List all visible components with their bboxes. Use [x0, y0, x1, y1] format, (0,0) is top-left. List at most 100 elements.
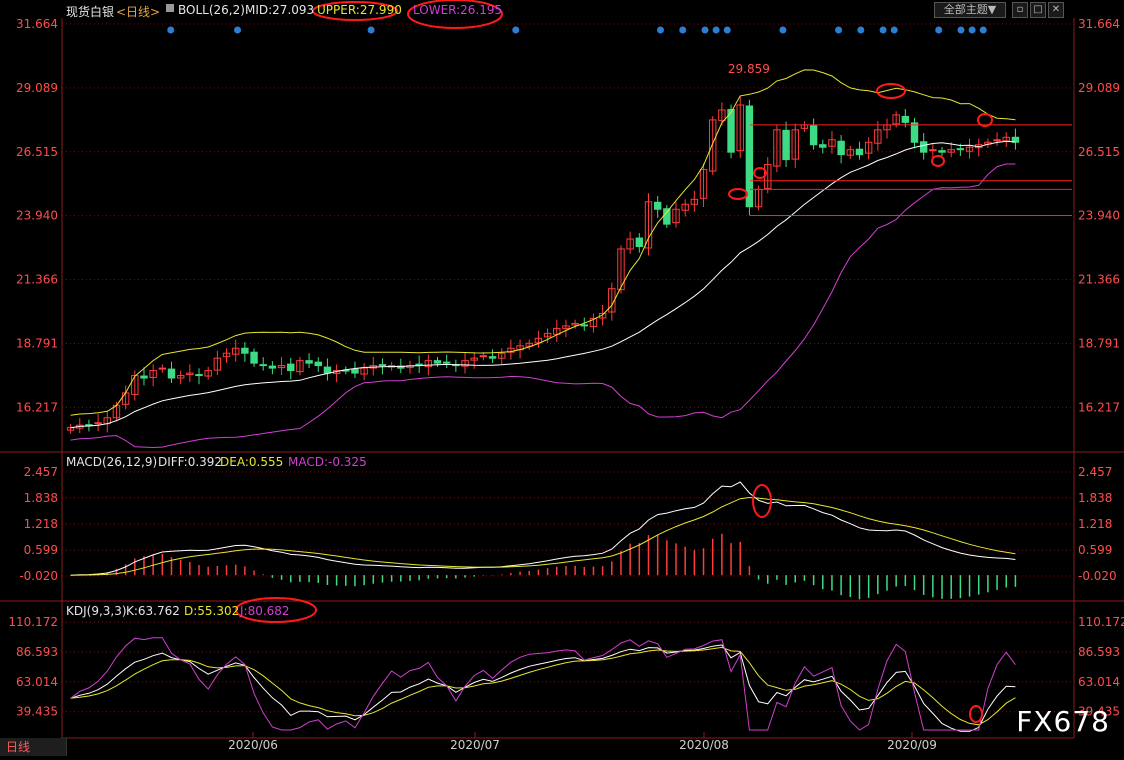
signal-dot: [879, 26, 887, 34]
candle-body: [809, 125, 818, 146]
candle-body: [929, 149, 937, 152]
candle-body: [910, 122, 919, 143]
candle-body: [727, 108, 735, 153]
candle-body: [855, 148, 864, 156]
signal-dot: [679, 26, 687, 34]
y-tick-label-right: 29.089: [1078, 81, 1120, 95]
candle-body: [195, 374, 203, 377]
signal-dot: [701, 26, 709, 34]
y-tick-label-right: 18.791: [1078, 337, 1120, 351]
macd-y-tick-left: 1.838: [24, 491, 58, 505]
candle-body: [663, 208, 671, 225]
signal-dot: [656, 26, 664, 34]
macd-y-tick-right: 2.457: [1078, 465, 1112, 479]
candle-body: [314, 361, 322, 367]
kdj-k: K:63.762: [126, 604, 180, 618]
chart-svg: 31.664 31.664 29.089 29.089 26.515 26.515 23.9…: [0, 0, 1124, 752]
signal-dot: [890, 26, 898, 34]
candle-body: [158, 367, 167, 370]
maximize-icon[interactable]: □: [1030, 2, 1046, 18]
macd-name: MACD(26,12,9): [66, 455, 158, 469]
candle-body: [268, 365, 277, 369]
macd-value: MACD:-0.325: [288, 455, 367, 469]
candle-body: [479, 355, 488, 358]
kdj-name: KDJ(9,3,3): [66, 604, 127, 618]
candle-body: [323, 366, 332, 374]
candle-body: [378, 364, 387, 367]
restore-icon[interactable]: ▫: [1012, 2, 1028, 18]
kdj-y-tick-left: 39.435: [16, 705, 58, 719]
signal-dot: [512, 26, 520, 34]
boll-lower: LOWER:26.195: [413, 3, 503, 17]
chart-stage: 31.664 31.664 29.089 29.089 26.515 26.515 23.9…: [0, 0, 1124, 756]
signal-dot: [857, 26, 865, 34]
kdj-k-line: [70, 644, 1016, 732]
candle-body: [837, 140, 845, 156]
signal-dot: [723, 26, 731, 34]
signal-dot: [367, 26, 375, 34]
signal-dot: [234, 26, 242, 34]
macd-y-tick-right: 1.838: [1078, 491, 1112, 505]
macd-y-tick-left: 1.218: [24, 517, 58, 531]
candle-body: [919, 141, 928, 153]
kdj-d: D:55.302: [184, 604, 240, 618]
close-icon[interactable]: ✕: [1048, 2, 1064, 18]
y-tick-label-left: 23.940: [16, 209, 58, 223]
macd-diff-line: [70, 481, 1016, 576]
annotation-circle: [931, 155, 945, 167]
macd-y-tick-left: 0.599: [24, 543, 58, 557]
candle-body: [488, 356, 497, 359]
x-tick-label: 2020/09: [887, 738, 937, 752]
signal-dot: [935, 26, 943, 34]
y-tick-label-right: 31.664: [1078, 17, 1120, 31]
kdj-y-tick-right: 110.172: [1078, 615, 1124, 629]
y-tick-label-right: 26.515: [1078, 145, 1120, 159]
signal-dot: [968, 26, 976, 34]
candle-body: [442, 361, 451, 364]
kdj-d-line: [70, 646, 1016, 726]
candle-body: [140, 375, 148, 379]
annotation-circle: [977, 113, 993, 127]
watermark-logo: FX678: [1016, 705, 1110, 738]
macd-y-tick-left: -0.020: [19, 569, 58, 583]
symbol-title: 现货白银: [66, 5, 115, 19]
theme-dropdown-button[interactable]: 全部主题▼: [934, 2, 1006, 18]
candle-body: [351, 368, 359, 374]
boll-color-square: [166, 4, 174, 12]
candle-body: [938, 150, 946, 153]
y-tick-label-right: 21.366: [1078, 273, 1120, 287]
candle-body: [433, 360, 442, 364]
candle-body: [819, 144, 827, 148]
boll-name: BOLL(26,2): [178, 3, 245, 17]
signal-dot: [712, 26, 720, 34]
macd-y-tick-right: 1.218: [1078, 517, 1112, 531]
macd-dea: DEA:0.555: [220, 455, 284, 469]
peak-price-label: 29.859: [728, 62, 770, 76]
x-tick-label: 2020/07: [450, 738, 500, 752]
candle-body: [901, 115, 910, 123]
candle-body: [241, 347, 249, 354]
candle-body: [94, 422, 102, 425]
y-tick-label-left: 31.664: [16, 17, 58, 31]
candle-body: [305, 360, 313, 364]
signal-dot: [835, 26, 843, 34]
candle-body: [993, 139, 1001, 142]
kdj-y-tick-right: 63.014: [1078, 675, 1120, 689]
y-tick-label-left: 16.217: [16, 400, 58, 414]
macd-dea-line: [70, 496, 1016, 576]
tab-daily[interactable]: 日线: [0, 738, 67, 756]
kdj-y-tick-left: 110.172: [8, 615, 58, 629]
candle-body: [653, 201, 662, 210]
period-label[interactable]: <日线>: [116, 3, 160, 20]
y-tick-label-left: 29.089: [16, 81, 58, 95]
candle-body: [580, 324, 588, 327]
x-tick-label: 2020/08: [679, 738, 729, 752]
boll-mid: MID:27.093: [245, 3, 315, 17]
annotation-circle: [876, 83, 906, 99]
y-tick-label-left: 18.791: [16, 337, 58, 351]
kdj-y-tick-left: 63.014: [16, 675, 58, 689]
candle-body: [635, 237, 644, 247]
kdj-y-tick-left: 86.593: [16, 645, 58, 659]
candle-body: [167, 368, 176, 379]
x-tick-label: 2020/06: [228, 738, 278, 752]
